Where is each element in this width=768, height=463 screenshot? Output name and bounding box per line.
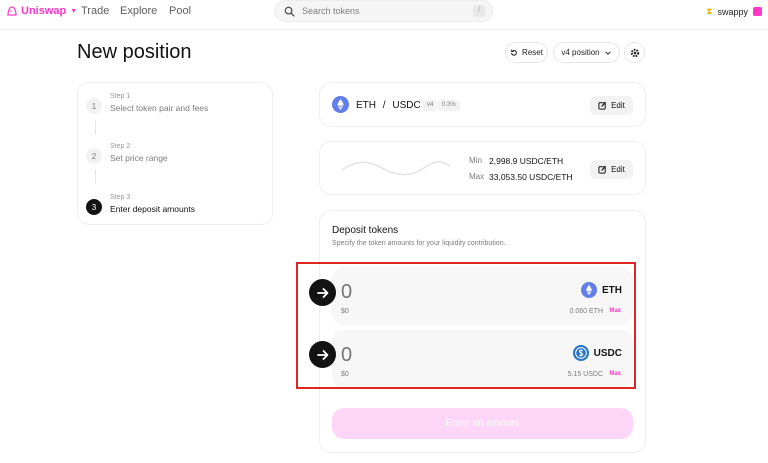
search-bar[interactable]: Search tokens / (274, 0, 493, 22)
deposit-title: Deposit tokens (332, 225, 399, 236)
edit-label: Edit (611, 165, 625, 174)
search-shortcut-key: / (473, 5, 485, 17)
reset-button[interactable]: Reset (505, 42, 548, 63)
step-number: 3 (86, 199, 102, 215)
arrow-glyph (316, 349, 328, 360)
step-label: Enter deposit amounts (110, 204, 196, 214)
edit-icon (598, 101, 607, 110)
page-title: New position (77, 41, 192, 63)
deposit-description: Specify the token amounts for your liqui… (332, 240, 506, 247)
pair-token1: USDC (392, 100, 421, 111)
settings-button[interactable] (624, 42, 645, 63)
step-connector (95, 120, 96, 134)
version-badge: v4 (423, 100, 438, 111)
nav-explore[interactable]: Explore (120, 5, 157, 17)
price-range-card: Min 2,998.9 USDC/ETH Max 33,053.50 USDC/… (319, 141, 646, 195)
account-button[interactable]: ⧗ swappy (706, 6, 762, 17)
step-number: 2 (86, 148, 102, 164)
arrow-glyph (316, 287, 328, 298)
edit-range-button[interactable]: Edit (590, 160, 633, 179)
step-connector (95, 170, 96, 184)
nav-trade[interactable]: Trade (81, 5, 109, 17)
step-sub: Step 3 (110, 194, 131, 201)
min-value: 2,998.9 USDC/ETH (489, 156, 564, 166)
step-label: Select token pair and fees (110, 103, 209, 113)
hourglass-icon: ⧗ (706, 6, 713, 16)
edit-icon (598, 165, 607, 174)
step-2: 2 Step 2 Set price range (86, 143, 168, 164)
version-dropdown[interactable]: v4 position (553, 42, 620, 63)
range-sparkline-icon (342, 161, 450, 176)
uniswap-logo-icon (7, 6, 17, 16)
step-sub: Step 1 (110, 93, 131, 100)
reset-icon (510, 49, 517, 56)
pair-separator: / (382, 100, 386, 111)
version-label: v4 position (561, 48, 600, 57)
search-icon (284, 6, 295, 16)
enter-amount-button[interactable]: Enter an amount (332, 408, 633, 439)
steps-panel: 1 Step 1 Select token pair and fees 2 St… (77, 82, 273, 225)
chevron-down-icon (604, 50, 611, 55)
step-1: 1 Step 1 Select token pair and fees (86, 93, 208, 114)
pair-card: ETH / USDC v4 0.3% Edit (319, 82, 646, 127)
step-label: Set price range (110, 153, 168, 163)
arrow-right-icon (309, 279, 336, 306)
pair-label: ETH / USDC (356, 100, 421, 111)
username: swappy (717, 6, 748, 17)
eth-token-icon (332, 96, 349, 113)
step-sub: Step 2 (110, 143, 131, 150)
nav-pool[interactable]: Pool (169, 5, 191, 17)
top-nav: Uniswap ▼ Trade Explore Pool Search toke… (0, 0, 768, 30)
brand-name: Uniswap (21, 5, 67, 17)
edit-label: Edit (611, 101, 625, 110)
reset-label: Reset (522, 48, 543, 57)
step-3: 3 Step 3 Enter deposit amounts (86, 194, 195, 215)
arrow-right-icon (309, 341, 336, 368)
max-value: 33,053.50 USDC/ETH (489, 172, 573, 182)
highlight-box (296, 262, 636, 389)
fee-badge: 0.3% (438, 100, 460, 111)
step-number: 1 (86, 98, 102, 114)
min-label: Min (469, 156, 482, 165)
edit-pair-button[interactable]: Edit (590, 96, 633, 115)
max-label: Max (469, 172, 485, 181)
pair-token0: ETH (356, 100, 376, 111)
gear-icon (630, 48, 639, 57)
brand-menu[interactable]: Uniswap ▼ (6, 5, 77, 17)
chevron-down-icon: ▼ (70, 7, 78, 15)
avatar (753, 7, 762, 16)
search-placeholder: Search tokens (302, 6, 360, 16)
